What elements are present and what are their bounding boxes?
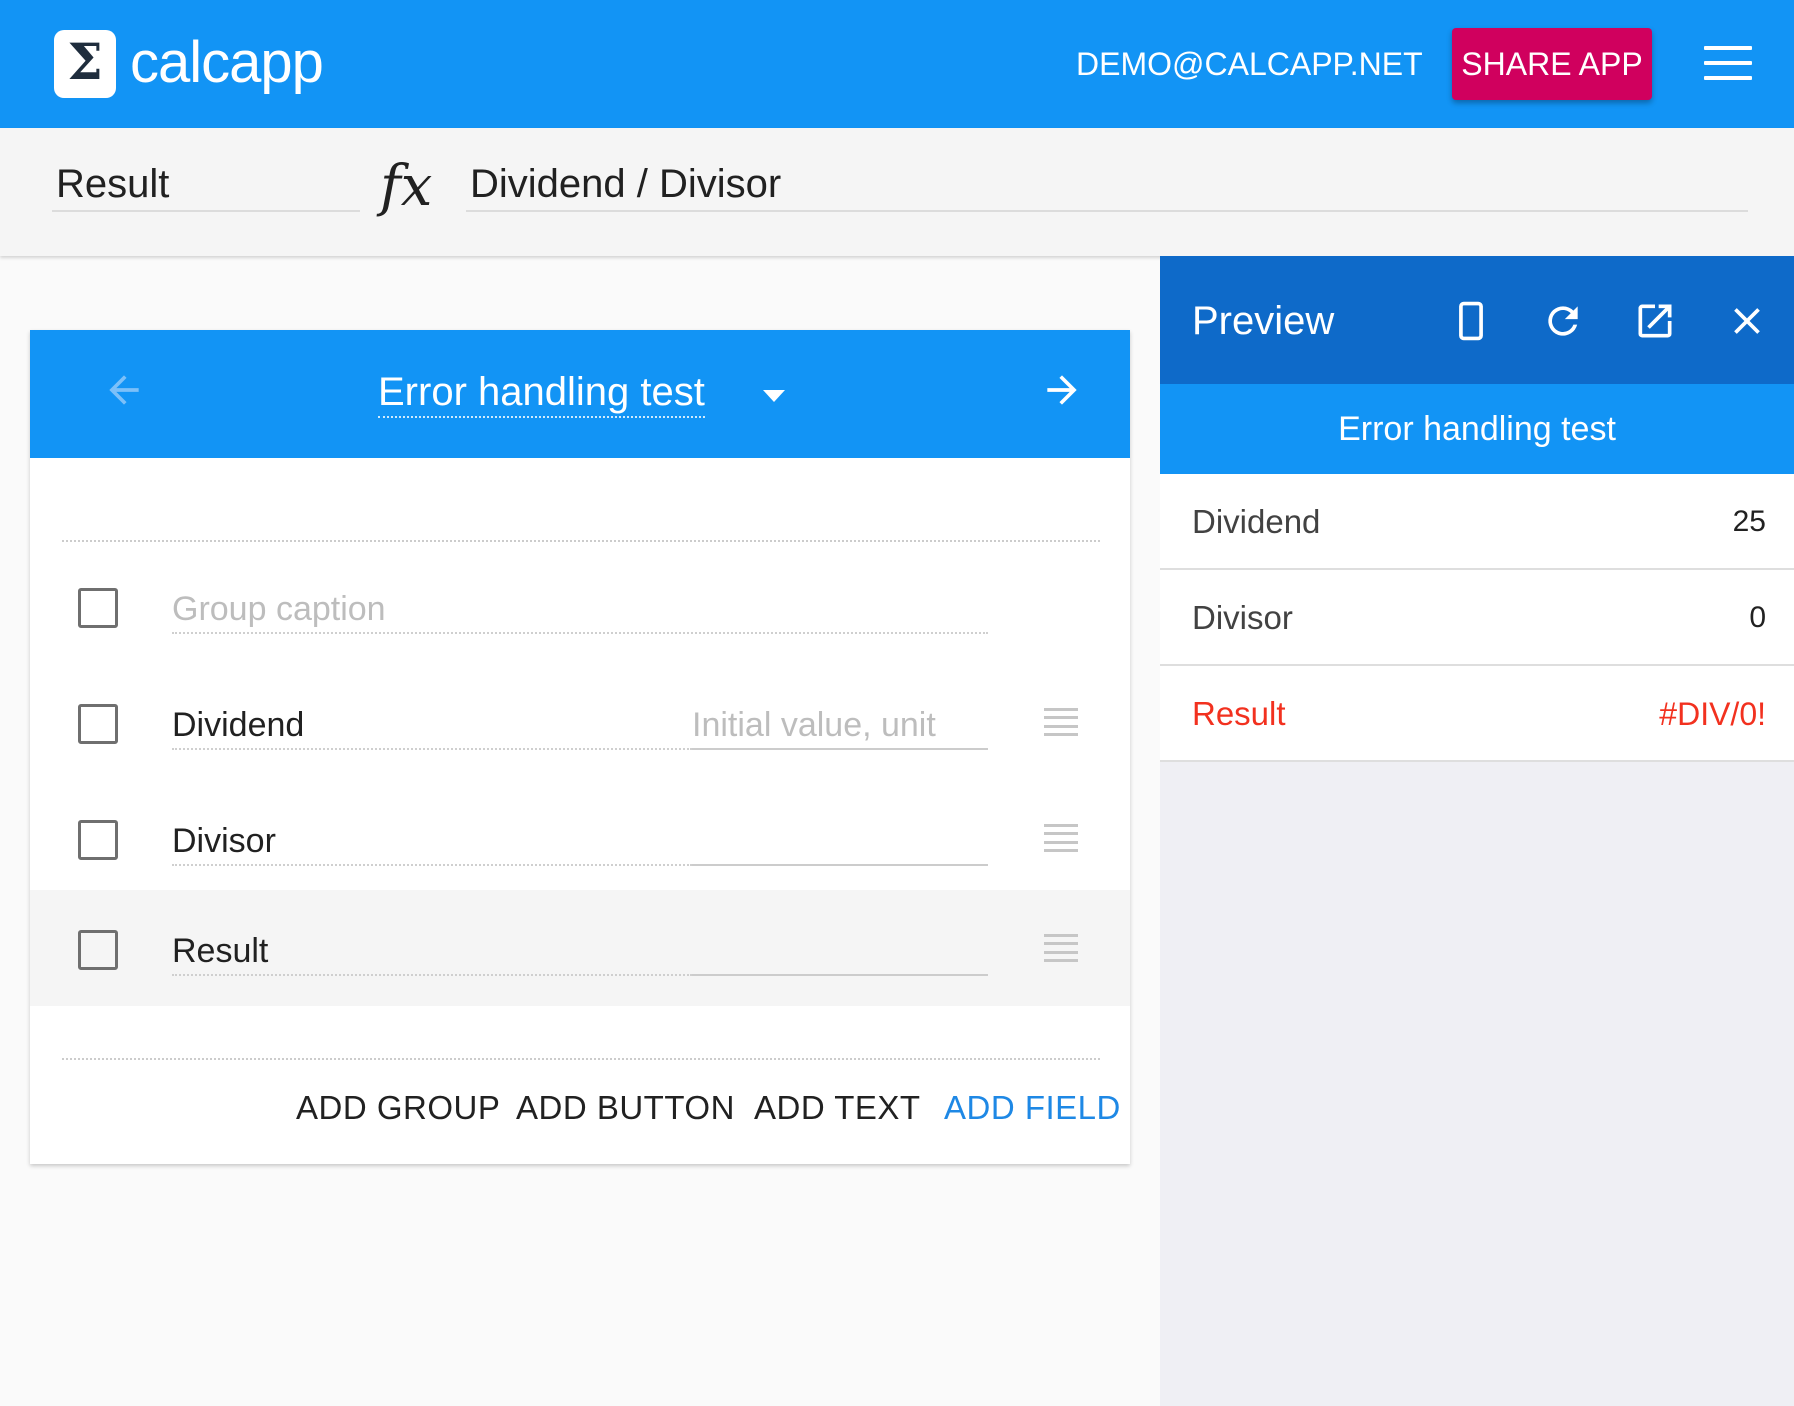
preview-panel: Preview Error handling test Dividend 25 … [1160, 256, 1794, 1406]
editor-actions: ADD GROUP ADD BUTTON ADD TEXT ADD FIELD [30, 1078, 1130, 1138]
preview-row-label: Dividend [1192, 503, 1321, 540]
preview-row-result: Result #DIV/0! [1160, 666, 1794, 762]
initial-value-input[interactable] [692, 816, 988, 866]
user-email-link[interactable]: DEMO@CALCAPP.NET [1076, 44, 1423, 84]
add-field-button[interactable]: ADD FIELD [944, 1078, 1121, 1138]
initial-value-input[interactable] [692, 926, 988, 976]
checkbox[interactable] [78, 820, 118, 860]
drag-handle-icon[interactable] [1044, 934, 1078, 962]
phone-device-icon[interactable] [1446, 296, 1496, 346]
close-icon[interactable] [1722, 296, 1772, 346]
sigma-glyph: Σ [67, 32, 103, 91]
screen-dropdown-icon[interactable] [760, 386, 788, 406]
preview-app-title: Error handling test [1160, 384, 1794, 474]
preview-row-value[interactable]: 25 [1733, 474, 1766, 570]
next-screen-arrow-icon[interactable] [1032, 360, 1092, 420]
refresh-icon[interactable] [1538, 296, 1588, 346]
checkbox[interactable] [78, 704, 118, 744]
field-row-dividend[interactable]: Dividend Initial value, unit [30, 664, 1130, 780]
preview-row-dividend[interactable]: Dividend 25 [1160, 474, 1794, 570]
preview-row-divisor[interactable]: Divisor 0 [1160, 570, 1794, 666]
add-text-button[interactable]: ADD TEXT [754, 1078, 921, 1138]
divider [62, 1058, 1100, 1060]
field-row-divisor[interactable]: Divisor [30, 780, 1130, 896]
screen-editor-card: Error handling test Group caption Divide… [30, 330, 1130, 1164]
property-name-field[interactable]: Result [52, 156, 360, 212]
preview-title: Preview [1192, 299, 1335, 343]
field-name-input[interactable]: Divisor [172, 816, 692, 866]
share-app-button[interactable]: SHARE APP [1452, 28, 1652, 100]
field-name-input[interactable]: Result [172, 926, 692, 976]
error-value: #DIV/0! [1659, 696, 1766, 732]
preview-toolbar: Preview [1160, 256, 1794, 384]
hamburger-menu-icon[interactable] [1704, 46, 1752, 80]
checkbox[interactable] [78, 930, 118, 970]
formula-bar: Result fx Dividend / Divisor [0, 128, 1794, 256]
add-button-button[interactable]: ADD BUTTON [516, 1078, 735, 1138]
group-caption-row[interactable]: Group caption [30, 548, 1130, 664]
open-in-new-icon[interactable] [1630, 296, 1680, 346]
field-name-input[interactable]: Dividend [172, 700, 692, 750]
preview-row-label: Result [1192, 695, 1286, 732]
field-row-result[interactable]: Result [30, 890, 1130, 1006]
logo-text[interactable]: calcapp [130, 28, 324, 98]
preview-row-value[interactable]: 0 [1749, 570, 1766, 666]
checkbox[interactable] [78, 588, 118, 628]
drag-handle-icon[interactable] [1044, 708, 1078, 736]
group-caption-input[interactable]: Group caption [172, 584, 988, 634]
screen-title[interactable]: Error handling test [378, 368, 705, 418]
screen-editor-header: Error handling test [30, 330, 1130, 458]
formula-input[interactable]: Dividend / Divisor [466, 156, 1748, 212]
fx-icon: fx [380, 154, 433, 219]
add-group-button[interactable]: ADD GROUP [296, 1078, 500, 1138]
divider [62, 540, 1100, 542]
preview-row-label: Divisor [1192, 599, 1293, 636]
app-bar: Σ calcapp DEMO@CALCAPP.NET SHARE APP [0, 0, 1794, 128]
calcapp-logo-icon[interactable]: Σ [54, 30, 116, 98]
initial-value-input[interactable]: Initial value, unit [692, 700, 988, 750]
drag-handle-icon[interactable] [1044, 824, 1078, 852]
previous-screen-arrow-icon[interactable] [94, 360, 154, 420]
